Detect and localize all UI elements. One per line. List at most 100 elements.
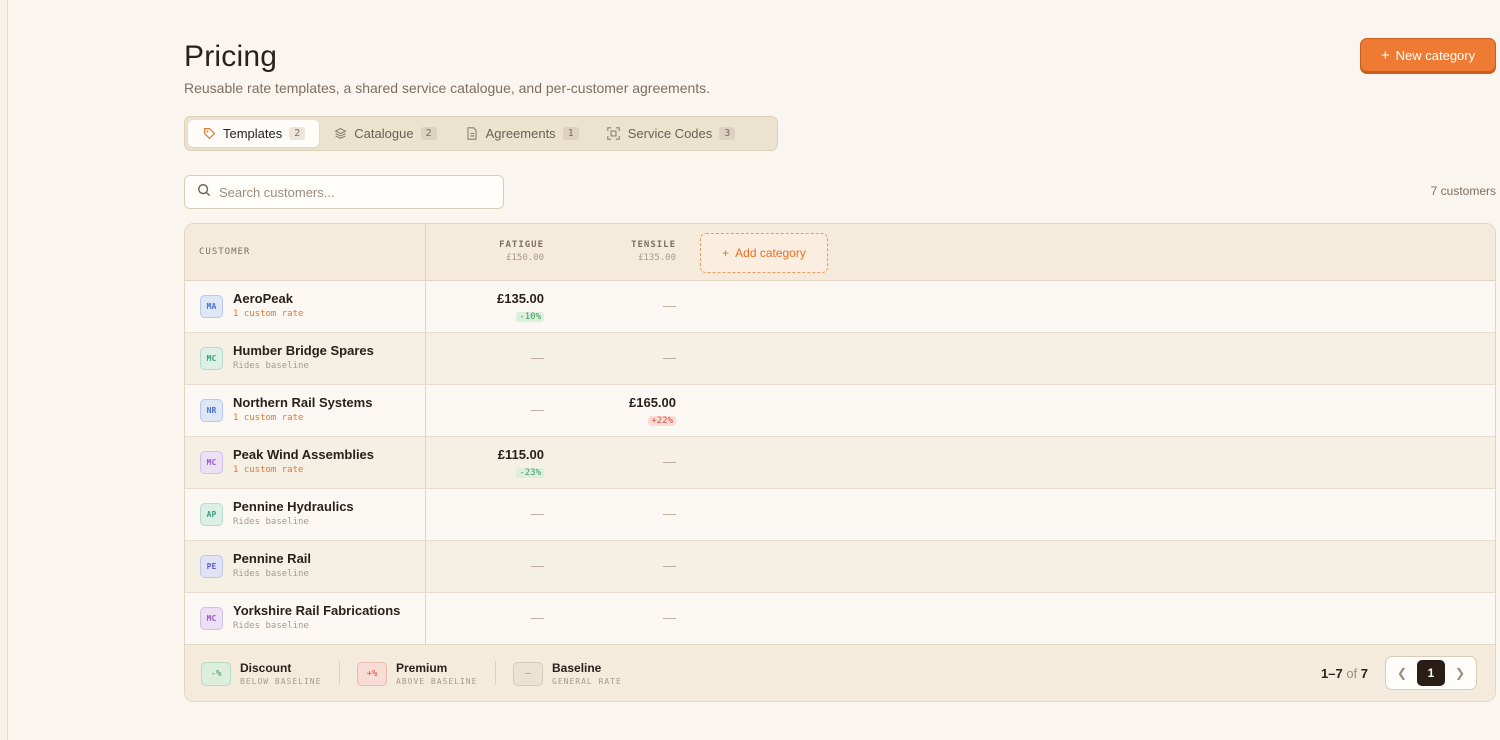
table-body: MA AeroPeak 1 custom rate £135.00 -10% —… [185, 281, 1495, 645]
fatigue-cell[interactable]: — [434, 333, 544, 365]
column-divider [425, 593, 426, 644]
category-baseline: £135.00 [638, 253, 676, 263]
column-divider [425, 489, 426, 540]
column-divider [425, 333, 426, 384]
discount-badge: -10% [516, 312, 544, 322]
tensile-cell[interactable]: — [566, 333, 676, 365]
table-row[interactable]: MC Peak Wind Assemblies 1 custom rate £1… [185, 437, 1495, 489]
fatigue-cell[interactable]: — [434, 593, 544, 625]
fatigue-cell[interactable]: £135.00 -10% [434, 281, 544, 324]
table-row[interactable]: PE Pennine Rail Rides baseline — — [185, 541, 1495, 593]
tab-label: Catalogue [354, 126, 414, 141]
baseline-dash: — [531, 350, 544, 365]
customer-name: Pennine Rail [233, 551, 312, 566]
customer-name: Humber Bridge Spares [233, 343, 374, 358]
search-input[interactable] [219, 184, 479, 200]
baseline-dash: — [531, 402, 544, 417]
legend-discount: -% Discount BELOW BASELINE [201, 661, 321, 686]
table-row[interactable]: MC Yorkshire Rail Fabrications Rides bas… [185, 593, 1495, 645]
tab-label: Templates [223, 126, 283, 141]
scan-icon [607, 127, 621, 141]
tab-templates[interactable]: Templates 2 [188, 120, 320, 147]
add-category-button[interactable]: + Add category [700, 233, 828, 273]
customer-status: Rides baseline [233, 621, 309, 631]
tab-count: 1 [562, 127, 579, 140]
category-name: TENSILE [631, 240, 676, 250]
search-icon [197, 183, 211, 202]
pagination-total: 7 [1360, 666, 1369, 681]
tensile-cell[interactable]: — [566, 437, 676, 469]
layers-icon [333, 127, 347, 141]
column-divider [425, 224, 426, 280]
baseline-dash: — [663, 298, 676, 313]
customer-count: 7 customers [1430, 184, 1496, 198]
avatar: MA [200, 295, 223, 318]
tab-count: 3 [719, 127, 736, 140]
tab-service-codes[interactable]: Service Codes 3 [593, 120, 750, 147]
column-divider [425, 437, 426, 488]
category-name: FATIGUE [499, 240, 544, 250]
column-divider [425, 281, 426, 332]
tab-count: 2 [289, 127, 306, 140]
document-icon [465, 127, 479, 141]
column-divider [425, 385, 426, 436]
customer-status: 1 custom rate [233, 413, 304, 423]
customer-name: Peak Wind Assemblies [233, 447, 375, 462]
legend-divider [339, 661, 340, 685]
tensile-cell[interactable]: — [566, 281, 676, 313]
new-category-button[interactable]: + New category [1360, 38, 1496, 72]
category-baseline: £150.00 [506, 253, 544, 263]
discount-swatch: -% [201, 661, 231, 686]
add-category-label: Add category [735, 246, 806, 260]
rate-price: £115.00 [497, 447, 544, 462]
chevron-left-icon[interactable]: ❮ [1390, 666, 1414, 680]
discount-badge: -23% [516, 468, 544, 478]
customer-status: Rides baseline [233, 569, 309, 579]
fatigue-cell[interactable]: — [434, 385, 544, 417]
tab-label: Agreements [485, 126, 556, 141]
avatar: MC [200, 347, 223, 370]
pagination-range: 1–7 [1321, 666, 1343, 681]
legend-premium: +% Premium ABOVE BASELINE [357, 661, 477, 686]
fatigue-cell[interactable]: — [434, 541, 544, 573]
column-header-tensile[interactable]: TENSILE £135.00 [566, 240, 676, 263]
customer-name: Pennine Hydraulics [233, 499, 354, 514]
baseline-dash: — [531, 558, 544, 573]
customer-status: 1 custom rate [233, 465, 304, 475]
avatar: NR [200, 399, 223, 422]
table-row[interactable]: MA AeroPeak 1 custom rate £135.00 -10% — [185, 281, 1495, 333]
chevron-right-icon[interactable]: ❯ [1448, 666, 1472, 680]
legend-title: Baseline [552, 661, 602, 675]
tab-agreements[interactable]: Agreements 1 [451, 120, 593, 147]
tensile-cell[interactable]: — [566, 489, 676, 521]
column-header-fatigue[interactable]: FATIGUE £150.00 [434, 240, 544, 263]
legend-subtitle: GENERAL RATE [552, 677, 622, 686]
page-title: Pricing [184, 40, 278, 73]
table-row[interactable]: NR Northern Rail Systems 1 custom rate —… [185, 385, 1495, 437]
table-row[interactable]: MC Humber Bridge Spares Rides baseline —… [185, 333, 1495, 385]
tab-count: 2 [420, 127, 437, 140]
rate-price: £135.00 [497, 291, 544, 306]
tensile-cell[interactable]: — [566, 541, 676, 573]
search-box [184, 175, 504, 209]
tensile-cell[interactable]: — [566, 593, 676, 625]
fatigue-cell[interactable]: £115.00 -23% [434, 437, 544, 480]
tab-catalogue[interactable]: Catalogue 2 [319, 120, 450, 147]
table-footer: -% Discount BELOW BASELINE +% Premium AB… [185, 644, 1495, 701]
customer-status: Rides baseline [233, 517, 309, 527]
baseline-dash: — [663, 350, 676, 365]
avatar: MC [200, 451, 223, 474]
table-header: CUSTOMER FATIGUE £150.00 TENSILE £135.00… [185, 224, 1495, 281]
column-header-customer: CUSTOMER [199, 247, 251, 257]
legend-subtitle: ABOVE BASELINE [396, 677, 478, 686]
baseline-dash: — [531, 506, 544, 521]
tensile-cell[interactable]: £165.00 +22% [566, 385, 676, 428]
new-category-label: New category [1395, 47, 1476, 63]
baseline-dash: — [663, 558, 676, 573]
table-row[interactable]: AP Pennine Hydraulics Rides baseline — — [185, 489, 1495, 541]
legend-subtitle: BELOW BASELINE [240, 677, 322, 686]
fatigue-cell[interactable]: — [434, 489, 544, 521]
page-button-current[interactable]: 1 [1417, 660, 1445, 686]
avatar: MC [200, 607, 223, 630]
premium-badge: +22% [648, 416, 676, 426]
